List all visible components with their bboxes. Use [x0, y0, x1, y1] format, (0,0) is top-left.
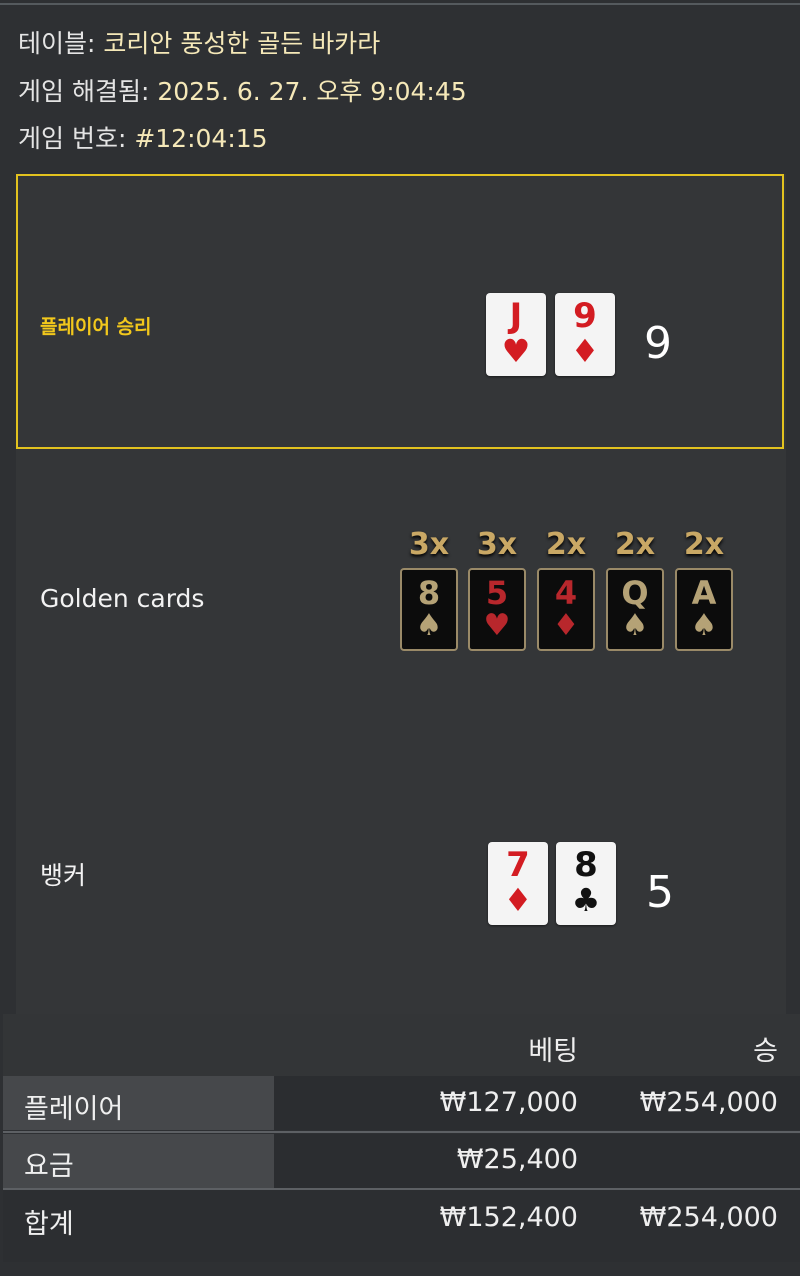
card-suit-icon: ♦: [503, 881, 533, 919]
card-suit-icon: ♥: [483, 608, 511, 643]
player-win-label: 플레이어 승리: [40, 316, 152, 338]
golden-multiplier-2: 3x: [476, 527, 518, 562]
game-number-line: 게임 번호: #12:04:15: [18, 119, 268, 155]
golden-card-5: A ♠: [675, 568, 733, 651]
table-key: 테이블:: [18, 29, 96, 58]
card-suit-icon: ♦: [570, 332, 600, 370]
resolved-value: 2025. 6. 27. 오후 9:04:45: [157, 77, 467, 106]
resolved-key: 게임 해결됨:: [18, 77, 150, 106]
golden-card-3: 4 ♦: [537, 568, 595, 651]
total-win: ₩254,000: [639, 1202, 778, 1233]
golden-multiplier-4: 2x: [614, 527, 656, 562]
banker-label: 뱅커: [40, 861, 87, 890]
row-label: 요금: [24, 1151, 74, 1182]
total-row: 합계 ₩152,400 ₩254,000: [3, 1190, 800, 1262]
row-bet: ₩127,000: [439, 1087, 578, 1118]
table-name-line: 테이블: 코리안 풍성한 골든 바카라: [18, 24, 380, 60]
golden-card-4: Q ♠: [606, 568, 664, 651]
table-header: 베팅 승: [3, 1014, 800, 1076]
row-label: 플레이어: [24, 1094, 124, 1125]
card-rank: 4: [554, 574, 578, 612]
card-rank: 7: [506, 845, 530, 885]
game-number-key: 게임 번호:: [18, 124, 127, 153]
player-card-2: 9 ♦: [555, 293, 615, 376]
card-rank: 9: [573, 296, 597, 336]
card-rank: Q: [621, 574, 649, 612]
top-divider: [0, 3, 800, 5]
row-bet: ₩25,400: [456, 1144, 578, 1175]
banker-card-1: 7 ♦: [488, 842, 548, 925]
total-label: 합계: [24, 1209, 74, 1240]
banker-card-2: 8 ♣: [556, 842, 616, 925]
card-suit-icon: ♥: [501, 332, 531, 370]
golden-card-2: 5 ♥: [468, 568, 526, 651]
card-suit-icon: ♠: [415, 608, 443, 643]
golden-cards-label: Golden cards: [40, 584, 205, 613]
row-divider: [3, 1131, 800, 1133]
card-suit-icon: ♦: [552, 608, 580, 643]
total-bet: ₩152,400: [439, 1202, 578, 1233]
row-win: ₩254,000: [639, 1087, 778, 1118]
game-number-value: #12:04:15: [134, 124, 268, 153]
card-rank: 5: [485, 574, 509, 612]
card-rank: A: [691, 574, 717, 612]
player-card-1: J ♥: [486, 293, 546, 376]
golden-card-1: 8 ♠: [400, 568, 458, 651]
golden-multiplier-1: 3x: [408, 527, 450, 562]
column-header-bet: 베팅: [528, 1036, 578, 1067]
golden-multiplier-3: 2x: [545, 527, 587, 562]
table-row: 요금 ₩25,400: [3, 1134, 800, 1188]
table-value: 코리안 풍성한 골든 바카라: [103, 29, 381, 58]
card-suit-icon: ♣: [571, 881, 601, 919]
column-header-win: 승: [753, 1036, 778, 1067]
player-score: 9: [644, 318, 672, 369]
card-suit-icon: ♠: [621, 608, 649, 643]
banker-score: 5: [646, 867, 674, 918]
table-row: 플레이어 ₩127,000 ₩254,000: [3, 1076, 800, 1130]
card-rank: 8: [574, 845, 598, 885]
card-rank: 8: [417, 574, 441, 612]
golden-multiplier-5: 2x: [683, 527, 725, 562]
game-resolved-line: 게임 해결됨: 2025. 6. 27. 오후 9:04:45: [18, 72, 467, 108]
card-suit-icon: ♠: [690, 608, 718, 643]
card-rank: J: [509, 296, 523, 336]
